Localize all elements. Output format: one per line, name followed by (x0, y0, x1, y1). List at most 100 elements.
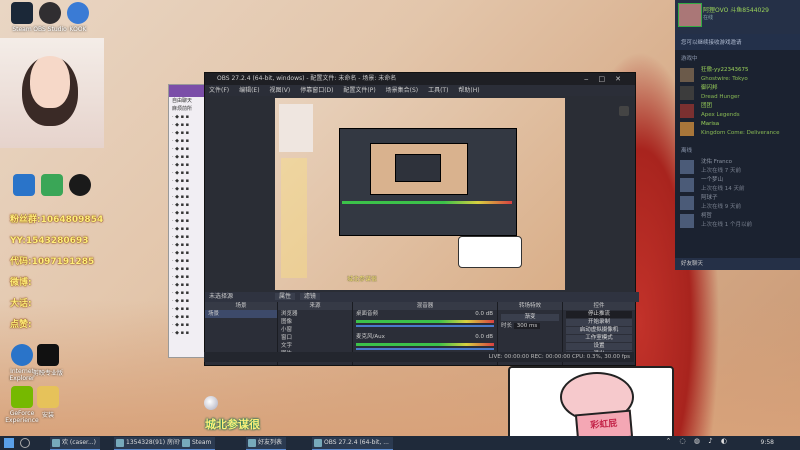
chat-row[interactable]: · ◆ ▪ ▪ (169, 129, 209, 137)
chat-row[interactable]: · ◆ ▪ ▪ (169, 273, 209, 281)
chat-row[interactable]: · ◆ ▪ ▪ (169, 321, 209, 329)
avatar[interactable] (678, 3, 702, 27)
menu-edit[interactable]: 编辑(E) (239, 87, 259, 94)
menu-profile[interactable]: 配置文件(P) (343, 87, 375, 94)
chat-row[interactable]: · ◆ ▪ ▪ (169, 121, 209, 129)
obs-menubar[interactable]: 文件(F) 编辑(E) 视图(V) 停靠窗口(D) 配置文件(P) 场景集合(S… (205, 85, 635, 96)
friend-item[interactable]: Marisa Kingdom Come: Deliverance (675, 120, 800, 138)
source-item[interactable]: 小窗 (278, 326, 352, 334)
chat-row[interactable]: · ◆ ▪ ▪ (169, 233, 209, 241)
folder-icon (37, 386, 59, 408)
volume-slider[interactable] (356, 348, 494, 350)
friend-avatar (680, 86, 694, 100)
friend-item[interactable]: 一个梦山 上次在线 14 天前 (675, 176, 800, 194)
obs-window[interactable]: OBS 27.2.4 (64-bit, windows) - 配置文件: 未命名… (204, 72, 639, 366)
studio-mode-button[interactable]: 工作室模式 (566, 335, 632, 342)
section-in-game[interactable]: 游戏中 (675, 50, 800, 66)
settings-button[interactable]: 设置 (566, 343, 632, 350)
friend-item[interactable]: 狂傲-yy22343675 Ghostwire: Tokyo (675, 66, 800, 84)
chat-row[interactable]: · ◆ ▪ ▪ (169, 193, 209, 201)
window-controls[interactable]: ‒□✕ (584, 73, 631, 85)
chat-row[interactable]: · ◆ ▪ ▪ (169, 329, 209, 337)
chat-row[interactable]: · ◆ ▪ ▪ (169, 313, 209, 321)
chat-row[interactable]: 麻烦前所 (169, 105, 209, 113)
steam-user-header[interactable]: 阿狸OVO 斗鱼8544029 在线 (675, 0, 800, 34)
close-icon[interactable]: ✕ (615, 75, 631, 83)
source-item[interactable]: 图像 (278, 318, 352, 326)
chat-row[interactable]: · ◆ ▪ ▪ (169, 217, 209, 225)
gear-icon[interactable] (619, 106, 629, 116)
menu-docks[interactable]: 停靠窗口(D) (300, 87, 333, 94)
friend-item[interactable]: 团团 Apex Legends (675, 102, 800, 120)
source-item[interactable]: 窗口 (278, 334, 352, 342)
chat-row[interactable]: · ◆ ▪ ▪ (169, 265, 209, 273)
taskbar-item-folder[interactable]: 欢 (caser...) (50, 437, 101, 450)
virtual-camera-button[interactable]: 启动虚拟摄像机 (566, 327, 632, 334)
filters-button[interactable]: 滤镜 (299, 293, 320, 300)
taskbar-clock[interactable]: 9:58 (761, 436, 774, 450)
friend-item[interactable]: 柯哲 上次在线 1 个月以前 (675, 212, 800, 230)
maximize-icon[interactable]: □ (599, 75, 616, 83)
volume-slider[interactable] (356, 325, 494, 327)
friend-item[interactable]: 阿球子 上次在线 9 天前 (675, 194, 800, 212)
minimize-icon[interactable]: ‒ (584, 75, 598, 83)
scene-item[interactable]: 场景 (205, 310, 277, 318)
duration-input[interactable]: 300 ms (513, 323, 541, 329)
obs-status-bar: LIVE: 00:00:00 REC: 00:00:00 CPU: 0.3%, … (204, 352, 634, 362)
nested-obs-preview-inner (395, 154, 441, 182)
source-item[interactable]: 文字 (278, 342, 352, 350)
steam-chat-bar[interactable]: 好友聊天 (675, 258, 800, 270)
menu-tools[interactable]: 工具(T) (428, 87, 448, 94)
menu-help[interactable]: 帮助(H) (458, 87, 479, 94)
chat-row[interactable]: · ◆ ▪ ▪ (169, 145, 209, 153)
source-toolbar: 未选择源 属性 滤镜 (205, 292, 639, 302)
chat-row[interactable]: · ◆ ▪ ▪ (169, 137, 209, 145)
menu-file[interactable]: 文件(F) (209, 87, 229, 94)
chat-row[interactable]: · ◆ ▪ ▪ (169, 185, 209, 193)
chat-row[interactable]: · ◆ ▪ ▪ (169, 225, 209, 233)
chat-row[interactable]: · ◆ ▪ ▪ (169, 169, 209, 177)
stream-info-overlay: 粉丝群:1064809854 YY:1543280693 代码:10971912… (10, 215, 104, 330)
taskbar-item-obs[interactable]: OBS 27.2.4 (64-bit, ... (312, 437, 393, 450)
friend-item[interactable]: 沈佑 Franco 上次在线 7 天前 (675, 158, 800, 176)
chat-row[interactable]: · ◆ ▪ ▪ (169, 289, 209, 297)
desktop-icon-3[interactable] (60, 174, 100, 198)
friend-avatar (680, 214, 694, 228)
chat-row[interactable]: · ◆ ▪ ▪ (169, 153, 209, 161)
steam-user-status[interactable]: 在线 (703, 14, 713, 21)
chat-row[interactable]: · ◆ ▪ ▪ (169, 201, 209, 209)
chat-row[interactable]: · ◆ ▪ ▪ (169, 305, 209, 313)
obs-preview[interactable]: 城北参谋很 (205, 96, 635, 292)
chat-row[interactable]: · ◆ ▪ ▪ (169, 161, 209, 169)
obs-title-bar[interactable]: OBS 27.2.4 (64-bit, windows) - 配置文件: 未命名… (205, 73, 635, 85)
start-recording-button[interactable]: 开始录制 (566, 319, 632, 326)
friends-chat-label[interactable]: 好友聊天 (681, 261, 703, 267)
desktop-icon-capcut[interactable]: 剪映专业版 (28, 344, 68, 377)
tray-icons[interactable]: ⌃ ◌ ◍ ♪ ◐ (665, 437, 730, 445)
source-item[interactable]: 浏览器 (278, 310, 352, 318)
chat-row[interactable]: · ◆ ▪ ▪ (169, 113, 209, 121)
search-icon[interactable] (20, 438, 30, 448)
menu-scene-collection[interactable]: 场景集合(S) (386, 87, 419, 94)
transition-select[interactable]: 渐变 (501, 314, 559, 321)
stop-streaming-button[interactable]: 停止推流 (566, 311, 632, 318)
chat-row[interactable]: · ◆ ▪ ▪ (169, 257, 209, 265)
stream-subtitle: 城北参谋很 (205, 418, 260, 431)
properties-button[interactable]: 属性 (274, 293, 295, 300)
windows-start-icon[interactable] (4, 438, 14, 448)
friend-item[interactable]: 御闪邦 Dread Hunger (675, 84, 800, 102)
chat-row[interactable]: · ◆ ▪ ▪ (169, 177, 209, 185)
chat-row[interactable]: · ◆ ▪ ▪ (169, 281, 209, 289)
chat-row[interactable]: · ◆ ▪ ▪ (169, 249, 209, 257)
taskbar-item-friends[interactable]: 好友列表 (246, 437, 287, 450)
section-offline[interactable]: 离线 (675, 142, 800, 158)
menu-view[interactable]: 视图(V) (269, 87, 290, 94)
chat-row[interactable]: · ◆ ▪ ▪ (169, 209, 209, 217)
taskbar-item-steam[interactable]: Steam (180, 437, 216, 450)
chat-row[interactable]: · ◆ ▪ ▪ (169, 297, 209, 305)
chat-row[interactable]: · ◆ ▪ ▪ (169, 241, 209, 249)
desktop-icon-kook[interactable]: KOOK (58, 2, 98, 33)
steam-friends-window[interactable]: 阿狸OVO 斗鱼8544029 在线 您可以继续接收游戏邀请 游戏中 狂傲-yy… (675, 0, 800, 270)
desktop-icon-folder[interactable]: 安装 (28, 386, 68, 419)
webcam-feed (0, 38, 104, 148)
